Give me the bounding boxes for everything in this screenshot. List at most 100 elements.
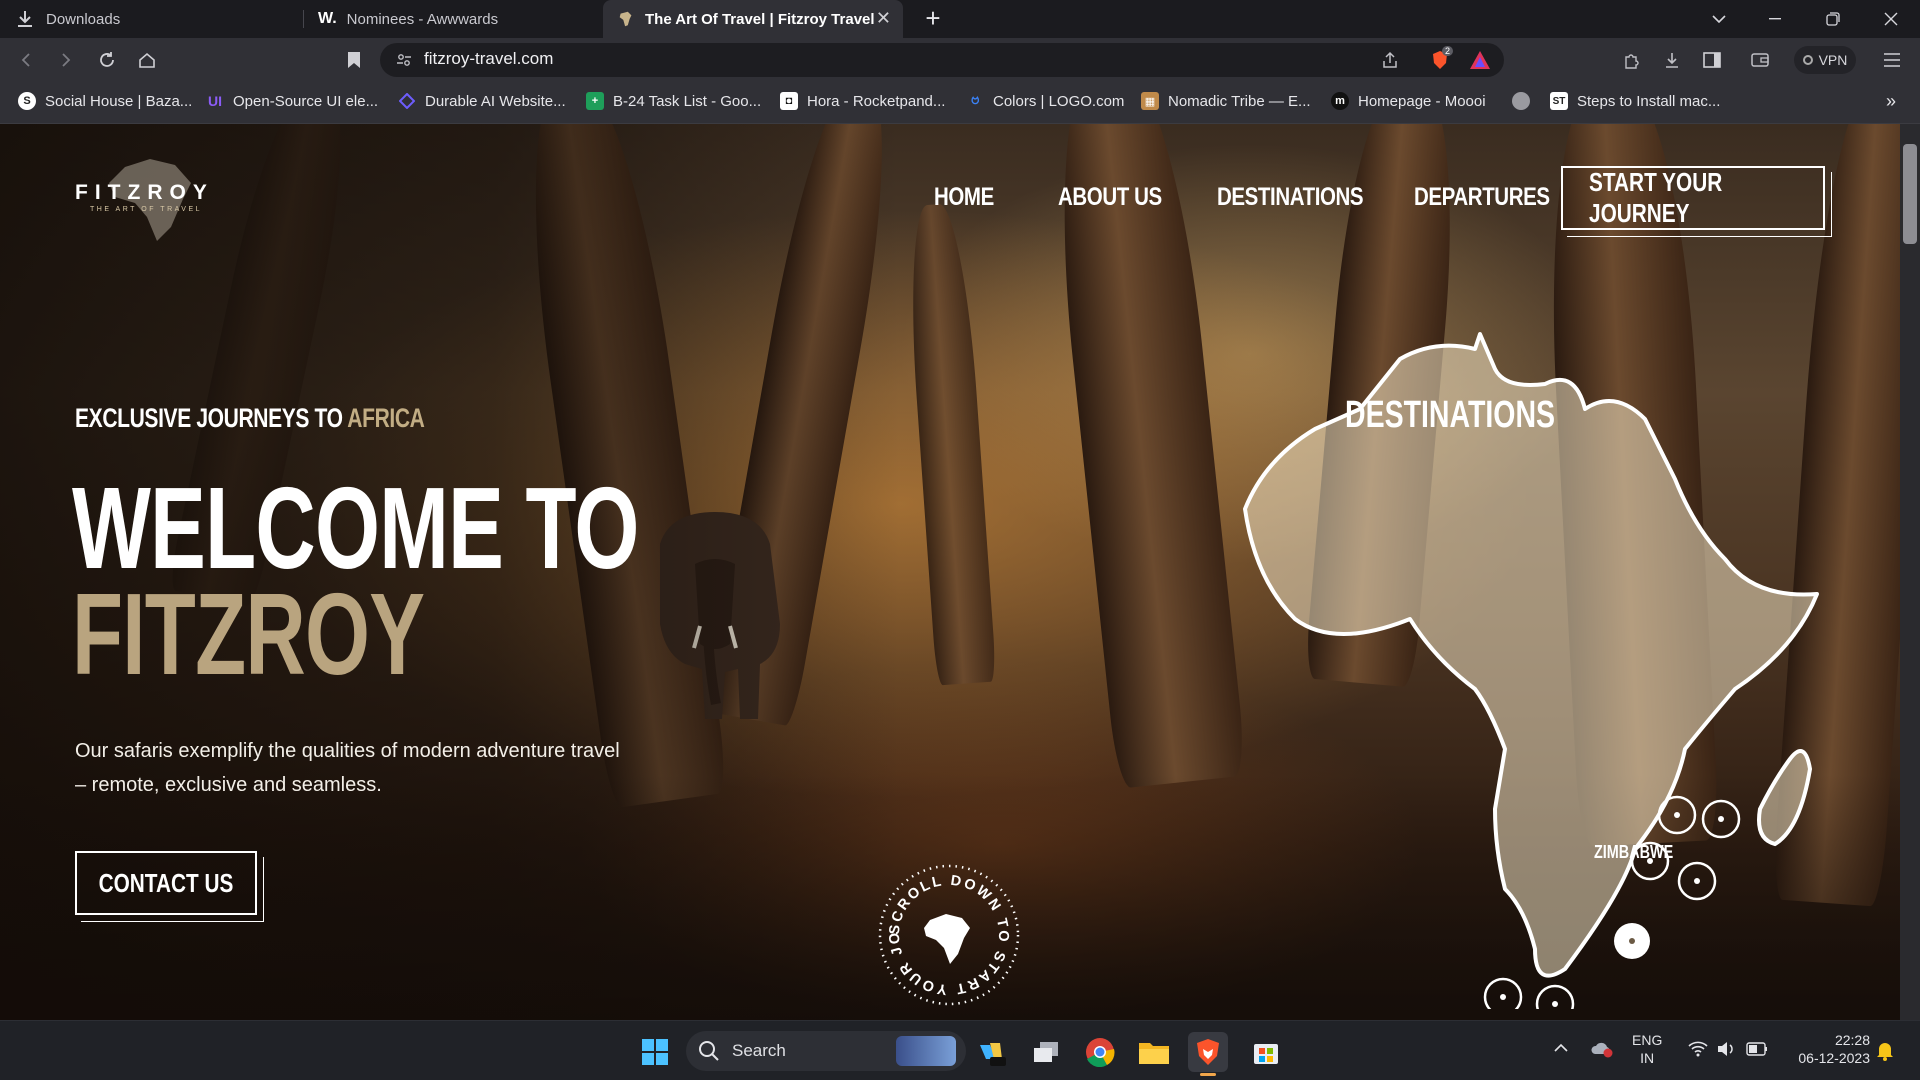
tree-trunk <box>903 202 997 686</box>
search-highlight-image <box>896 1036 956 1066</box>
extensions-icon[interactable] <box>1620 48 1644 72</box>
logo-tagline: THE ART OF TRAVEL <box>90 206 203 213</box>
brave-taskbar-icon[interactable] <box>1188 1032 1228 1072</box>
site-info-icon[interactable] <box>392 48 416 72</box>
bookmark-durable[interactable]: Durable AI Website... <box>398 90 566 112</box>
tab-awwwards[interactable]: W. Nominees - Awwwards <box>304 0 602 38</box>
logo-wordmark[interactable]: FITZROY <box>75 181 214 205</box>
bookmark-hora[interactable]: ◘ Hora - Rocketpand... <box>780 90 945 112</box>
share-icon[interactable] <box>1378 48 1402 72</box>
restore-icon[interactable] <box>1804 0 1862 38</box>
clock[interactable]: 22:28 06-12-2023 <box>1784 1031 1870 1067</box>
taskbar-search-label: Search <box>732 1041 786 1060</box>
bookmark-steps-install[interactable]: ST Steps to Install mac... <box>1550 90 1720 112</box>
brave-rewards-icon[interactable] <box>1468 48 1492 72</box>
nomadic-icon: ▦ <box>1141 92 1159 110</box>
hora-icon: ◘ <box>780 92 798 110</box>
nav-destinations[interactable]: DESTINATIONS <box>1217 171 1364 223</box>
tab-label: Nominees - Awwwards <box>346 10 499 28</box>
tab-label: The Art Of Travel | Fitzroy Travel <box>645 10 875 28</box>
clock-date: 06-12-2023 <box>1798 1050 1870 1066</box>
wifi-icon[interactable] <box>1688 1041 1708 1062</box>
reload-icon[interactable] <box>95 48 119 72</box>
minimize-icon[interactable] <box>1746 0 1804 38</box>
bookmark-nomadic-tribe[interactable]: ▦ Nomadic Tribe — E... <box>1141 90 1311 112</box>
bookmark-label: Social House | Baza... <box>45 92 193 110</box>
tab-search-chevron-icon[interactable] <box>1690 0 1748 38</box>
bookmark-task-list[interactable]: + B-24 Task List - Goo... <box>586 90 761 112</box>
volume-icon[interactable] <box>1716 1041 1736 1062</box>
tab-label: Downloads <box>46 10 121 28</box>
language-label: ENG <box>1632 1032 1663 1048</box>
bookmark-label: Open-Source UI ele... <box>233 92 379 110</box>
brave-shields-icon[interactable]: 2 <box>1428 46 1454 72</box>
africa-favicon-icon <box>617 10 635 28</box>
start-your-journey-button[interactable]: START YOUR JOURNEY <box>1561 166 1832 237</box>
bookmark-label: Steps to Install mac... <box>1577 92 1721 110</box>
bookmark-label: Hora - Rocketpand... <box>807 92 946 110</box>
bookmark-label: Colors | LOGO.com <box>993 92 1125 110</box>
forward-icon[interactable] <box>54 48 78 72</box>
downloads-icon[interactable] <box>1660 48 1684 72</box>
start-icon[interactable] <box>635 1032 675 1072</box>
close-window-icon[interactable] <box>1862 0 1920 38</box>
shields-count: 2 <box>1442 46 1454 56</box>
menu-icon[interactable] <box>1880 48 1904 72</box>
nav-about-us[interactable]: ABOUT US <box>1058 171 1162 223</box>
map-title: DESTINATIONS <box>1345 394 1556 436</box>
scrollbar-thumb[interactable] <box>1903 144 1917 244</box>
bookmark-moooi[interactable]: m Homepage - Moooi <box>1331 90 1486 112</box>
awwwards-w-icon: W. <box>318 10 337 27</box>
tray-chevron-icon[interactable] <box>1553 1040 1569 1061</box>
moooi-icon: m <box>1331 92 1349 110</box>
page-scrollbar[interactable] <box>1900 124 1920 1020</box>
social-house-icon: S <box>18 92 36 110</box>
url-text[interactable]: fitzroy-travel.com <box>424 49 553 69</box>
contact-us-button[interactable]: CONTACT US <box>75 851 264 922</box>
tree-trunk <box>1042 124 1248 789</box>
back-icon[interactable] <box>14 48 38 72</box>
scroll-down-badge[interactable]: SCROLL DOWN TO START YOUR JOURNEY <box>876 862 1022 1008</box>
eyebrow-text: EXCLUSIVE JOURNEYS TO <box>75 403 348 433</box>
copilot-pre-icon[interactable] <box>971 1032 1011 1072</box>
tab-fitzroy[interactable]: The Art Of Travel | Fitzroy Travel ✕ <box>603 0 903 38</box>
vpn-button[interactable]: VPN <box>1794 46 1856 74</box>
notification-bell-icon[interactable] <box>1876 1041 1894 1066</box>
bookmark-label: Homepage - Moooi <box>1358 92 1486 110</box>
durable-icon <box>398 92 416 110</box>
file-explorer-icon[interactable] <box>1134 1032 1174 1072</box>
tab-downloads[interactable]: Downloads <box>0 0 302 38</box>
bookmark-open-source-ui[interactable]: UI Open-Source UI ele... <box>206 90 378 112</box>
wallet-icon[interactable] <box>1748 48 1772 72</box>
onedrive-icon[interactable] <box>1590 1040 1614 1063</box>
clock-time: 22:28 <box>1834 1032 1870 1048</box>
sidebar-icon[interactable] <box>1700 48 1724 72</box>
region-label: IN <box>1640 1050 1655 1066</box>
vpn-label: VPN <box>1818 52 1848 68</box>
zimbabwe-label[interactable]: ZIMBABWE <box>1594 842 1673 863</box>
contact-us-label: CONTACT US <box>98 867 234 898</box>
ui-icon: UI <box>208 93 222 109</box>
nav-home[interactable]: HOME <box>934 171 994 223</box>
bookmark-icon[interactable] <box>342 48 366 72</box>
microsoft-store-icon[interactable] <box>1246 1032 1286 1072</box>
hero-description: Our safaris exemplify the qualities of m… <box>75 740 620 796</box>
bookmark-globe[interactable] <box>1512 90 1530 112</box>
chrome-icon[interactable] <box>1080 1032 1120 1072</box>
globe-icon <box>1512 92 1530 110</box>
bookmark-logo-com[interactable]: ဗ Colors | LOGO.com <box>966 90 1125 112</box>
bookmark-label: Nomadic Tribe — E... <box>1168 92 1311 110</box>
bookmark-label: B-24 Task List - Goo... <box>613 92 762 110</box>
language-indicator[interactable]: ENG IN <box>1632 1031 1662 1067</box>
close-tab-icon[interactable]: ✕ <box>876 8 891 29</box>
nav-departures[interactable]: DEPARTURES <box>1414 171 1550 223</box>
bookmark-social-house[interactable]: S Social House | Baza... <box>18 90 192 112</box>
task-view-icon[interactable] <box>1026 1032 1066 1072</box>
active-app-indicator <box>1200 1073 1216 1076</box>
logo-com-icon: ဗ <box>970 91 980 108</box>
new-tab-button[interactable]: + <box>918 4 948 34</box>
africa-icon <box>924 914 970 964</box>
home-icon[interactable] <box>135 48 159 72</box>
more-bookmarks-button[interactable]: » <box>1886 90 1896 112</box>
battery-icon[interactable] <box>1746 1042 1768 1061</box>
